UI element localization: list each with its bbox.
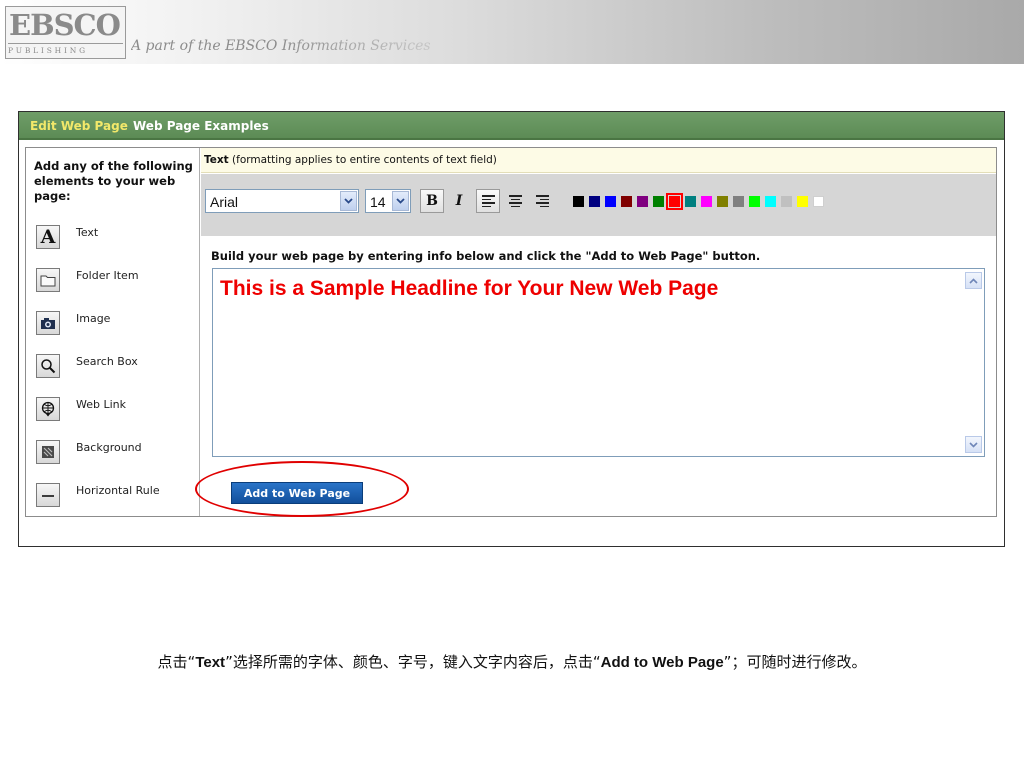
align-center-button[interactable] xyxy=(503,189,527,213)
caption-text-word: Text xyxy=(195,654,226,671)
color-swatch[interactable] xyxy=(573,196,584,207)
text-element-editor: Text (formatting applies to entire conte… xyxy=(201,148,996,516)
sidebar-item-label: Text xyxy=(76,226,99,239)
font-family-select[interactable]: Arial xyxy=(205,189,359,213)
text-A-icon[interactable]: A xyxy=(36,225,60,249)
sidebar-item-image[interactable]: Image xyxy=(36,311,196,339)
color-swatch[interactable] xyxy=(637,196,648,207)
color-swatch[interactable] xyxy=(781,196,792,207)
font-size-value: 14 xyxy=(370,194,386,210)
editor-instruction: Build your web page by entering info bel… xyxy=(211,249,761,263)
sidebar-item-label: Background xyxy=(76,441,142,454)
color-swatch[interactable] xyxy=(666,193,683,210)
element-info-bar: Text (formatting applies to entire conte… xyxy=(201,148,996,173)
logo-sub-text: PUBLISHING xyxy=(8,43,123,55)
color-swatch[interactable] xyxy=(701,196,712,207)
color-swatch[interactable] xyxy=(765,196,776,207)
sidebar-item-label: Image xyxy=(76,312,111,325)
globe-link-icon[interactable] xyxy=(36,397,60,421)
editor-panel: Add any of the following elements to you… xyxy=(25,147,997,517)
logo-main-text: EBSCO xyxy=(9,8,121,42)
font-family-value: Arial xyxy=(210,194,239,210)
text-content-field[interactable]: This is a Sample Headline for Your New W… xyxy=(212,268,985,457)
scroll-up-icon[interactable] xyxy=(965,272,982,289)
folder-icon[interactable] xyxy=(36,268,60,292)
background-icon[interactable] xyxy=(36,440,60,464)
color-swatch[interactable] xyxy=(685,196,696,207)
align-right-icon xyxy=(535,195,549,207)
caption-part1: 点击“ xyxy=(157,653,196,671)
align-center-icon xyxy=(508,195,522,207)
sidebar-item-label: Horizontal Rule xyxy=(76,484,160,497)
formatting-toolbar: Arial 14 B I xyxy=(201,174,996,236)
color-swatch[interactable] xyxy=(717,196,728,207)
sidebar-item-folder-item[interactable]: Folder Item xyxy=(36,268,196,296)
add-to-web-page-button[interactable]: Add to Web Page xyxy=(231,482,363,504)
tab-edit-web-page[interactable]: Edit Web Page xyxy=(30,119,128,133)
caption-part3: ”；可随时进行修改。 xyxy=(723,653,867,671)
sidebar-item-label: Search Box xyxy=(76,355,138,368)
camera-icon[interactable] xyxy=(36,311,60,335)
align-left-icon xyxy=(481,195,495,207)
edit-web-page-window: Edit Web Page Web Page Examples Add any … xyxy=(18,111,1005,547)
horizontal-rule-icon[interactable] xyxy=(36,483,60,507)
element-sidebar: Add any of the following elements to you… xyxy=(26,148,200,516)
header-tagline: A part of the EBSCO Information Services xyxy=(131,38,431,54)
scroll-down-icon[interactable] xyxy=(965,436,982,453)
align-right-button[interactable] xyxy=(530,189,554,213)
info-text: Text (formatting applies to entire conte… xyxy=(204,154,497,166)
tab-bar: Edit Web Page Web Page Examples xyxy=(19,112,1004,140)
ebsco-logo: EBSCO PUBLISHING xyxy=(5,6,126,59)
font-size-select[interactable]: 14 xyxy=(365,189,411,213)
color-swatch[interactable] xyxy=(621,196,632,207)
sidebar-item-label: Web Link xyxy=(76,398,127,411)
info-label: Text xyxy=(204,154,229,166)
slide-caption: 点击“Text”选择所需的字体、颜色、字号，键入文字内容后，点击“Add to … xyxy=(40,650,984,675)
tab-web-page-examples[interactable]: Web Page Examples xyxy=(133,119,269,133)
italic-button[interactable]: I xyxy=(447,189,471,213)
caption-part2: ”选择所需的字体、颜色、字号，键入文字内容后，点击“ xyxy=(225,653,601,671)
sidebar-item-web-link[interactable]: Web Link xyxy=(36,397,196,425)
magnifier-icon[interactable] xyxy=(36,354,60,378)
info-note: (formatting applies to entire contents o… xyxy=(228,154,497,166)
color-swatch[interactable] xyxy=(589,196,600,207)
color-swatch[interactable] xyxy=(653,196,664,207)
sidebar-item-background[interactable]: Background xyxy=(36,440,196,468)
chevron-down-icon[interactable] xyxy=(340,191,357,211)
text-content-value: This is a Sample Headline for Your New W… xyxy=(220,277,719,300)
color-swatch[interactable] xyxy=(733,196,744,207)
bold-button[interactable]: B xyxy=(420,189,444,213)
sidebar-heading: Add any of the following elements to you… xyxy=(34,159,193,203)
color-swatch[interactable] xyxy=(813,196,824,207)
color-swatch[interactable] xyxy=(749,196,760,207)
color-swatch[interactable] xyxy=(605,196,616,207)
sidebar-item-horizontal-rule[interactable]: Horizontal Rule xyxy=(36,483,196,511)
sidebar-item-label: Folder Item xyxy=(76,269,139,282)
align-left-button[interactable] xyxy=(476,189,500,213)
header-banner: EBSCO PUBLISHING A part of the EBSCO Inf… xyxy=(0,0,1024,64)
chevron-down-icon[interactable] xyxy=(392,191,409,211)
caption-add-word: Add to Web Page xyxy=(600,654,724,671)
sidebar-item-search-box[interactable]: Search Box xyxy=(36,354,196,382)
sidebar-item-text[interactable]: A Text xyxy=(36,225,196,253)
color-swatch[interactable] xyxy=(797,196,808,207)
